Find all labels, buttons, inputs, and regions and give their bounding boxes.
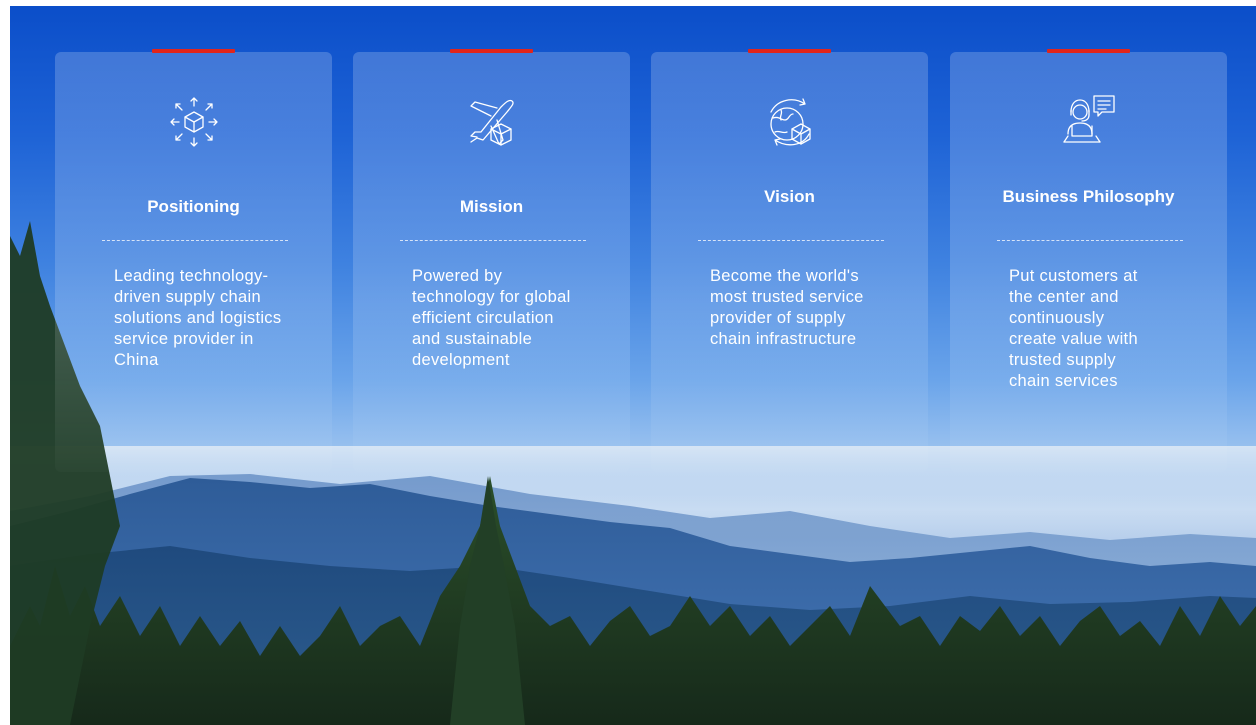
card-positioning: Positioning Leading technology-driven su… <box>55 49 332 472</box>
card-description: Powered by technology for global efficie… <box>412 267 571 369</box>
box-arrows-icon <box>163 90 225 152</box>
card-title: Mission <box>459 197 524 216</box>
card-title: Business Philosophy <box>1002 187 1175 206</box>
landscape-background: Positioning Leading technology-driven su… <box>10 6 1256 725</box>
card-accent-bar <box>748 49 831 53</box>
card-business-philosophy: Business Philosophy Put customers at the… <box>950 49 1227 472</box>
customer-service-icon <box>1058 90 1120 152</box>
card-description: Put customers at the center and continuo… <box>1009 267 1138 390</box>
card-title: Vision <box>764 187 815 206</box>
card-divider <box>698 240 884 241</box>
values-cards: Positioning Leading technology-driven su… <box>55 49 1227 472</box>
card-divider <box>102 240 288 241</box>
card-accent-bar <box>152 49 235 53</box>
card-divider <box>400 240 586 241</box>
card-accent-bar <box>1047 49 1130 53</box>
card-divider <box>997 240 1183 241</box>
airplane-box-icon <box>461 90 523 152</box>
card-description: Leading technology-driven supply chain s… <box>114 267 282 369</box>
card-mission: Mission Powered by technology for global… <box>353 49 630 472</box>
card-vision: Vision Become the world's most trusted s… <box>651 49 928 472</box>
card-description: Become the world's most trusted service … <box>710 267 864 348</box>
card-accent-bar <box>450 49 533 53</box>
globe-box-icon <box>759 90 821 152</box>
card-title: Positioning <box>147 197 240 216</box>
page: Positioning Leading technology-driven su… <box>0 0 1256 725</box>
